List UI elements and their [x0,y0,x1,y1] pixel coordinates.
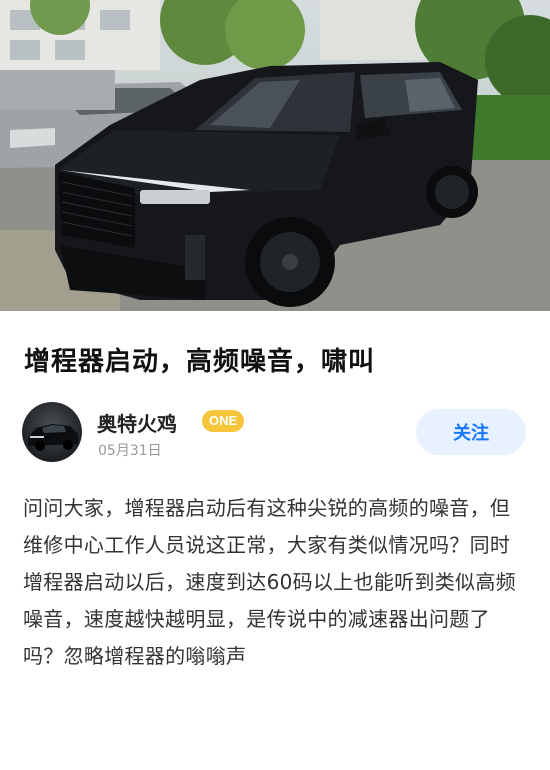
black-suv-photo [0,0,550,311]
author-row: 奥特火鸡 ONE 05月31日 关注 [22,402,528,462]
post-body: 问问大家，增程器启动后有这种尖锐的高频的噪音，但维修中心工作人员说这正常，大家有… [23,496,516,668]
post-image[interactable] [0,0,550,311]
author-name[interactable]: 奥特火鸡 [97,408,177,437]
avatar[interactable] [22,402,82,462]
post-date: 05月31日 [98,443,162,459]
owner-badge: ONE [202,410,245,432]
post-title: 增程器启动，高频噪音，啸叫 [24,347,376,377]
follow-button[interactable]: 关注 [416,409,526,455]
car-avatar-icon [28,424,78,451]
